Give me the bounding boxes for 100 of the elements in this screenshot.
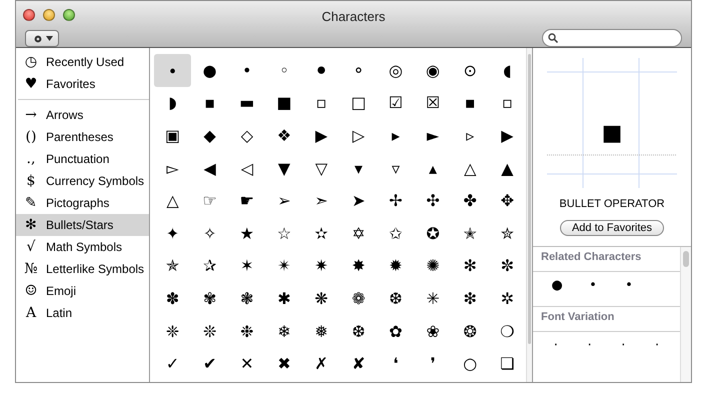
character-cell[interactable]: ✫ (302, 216, 340, 250)
character-cell[interactable]: ▼ (266, 152, 303, 184)
scrollbar[interactable] (526, 48, 532, 382)
character-cell[interactable]: ▽ (302, 152, 340, 184)
character-cell[interactable]: ⚬ (340, 54, 378, 87)
character-cell[interactable]: ▫ (488, 86, 526, 120)
character-cell[interactable]: ✹ (377, 250, 414, 282)
character-cell[interactable]: ◉ (414, 54, 452, 87)
character-cell[interactable]: ✷ (302, 250, 340, 282)
character-cell[interactable]: ❊ (191, 314, 228, 348)
character-cell[interactable]: ❉ (228, 314, 266, 348)
character-cell[interactable]: ☛ (228, 184, 266, 217)
character-cell[interactable]: ❀ (414, 314, 452, 348)
add-to-favorites-button[interactable]: Add to Favorites (560, 220, 664, 236)
character-cell[interactable]: ❖ (266, 119, 303, 152)
character-cell[interactable]: ✤ (452, 184, 489, 217)
character-cell[interactable]: ▶ (488, 119, 526, 152)
character-cell[interactable]: ◖ (488, 54, 526, 87)
sidebar-item[interactable]: № Letterlike Symbols (16, 258, 149, 280)
character-cell[interactable]: ☞ (191, 184, 228, 217)
character-cell[interactable]: ✘ (340, 347, 378, 380)
minimize-button[interactable] (43, 9, 55, 21)
character-cell[interactable]: ▶ (302, 119, 340, 152)
character-cell[interactable]: ✴ (266, 250, 303, 282)
sidebar-item[interactable]: √ Math Symbols (16, 236, 149, 258)
action-menu-button[interactable] (25, 30, 59, 47)
sidebar-item[interactable]: A Latin (16, 302, 149, 324)
character-cell[interactable]: • (228, 54, 266, 87)
character-cell[interactable]: ✔ (191, 347, 228, 380)
sidebar-item[interactable]: ◷ Recently Used (16, 51, 149, 73)
character-cell[interactable]: ▲ (488, 152, 526, 184)
sidebar-item[interactable]: () Parentheses (16, 126, 149, 148)
sidebar-item[interactable]: ♥ Favorites (16, 73, 149, 95)
character-cell[interactable]: ✡ (340, 216, 378, 250)
related-character[interactable]: • (611, 278, 647, 300)
character-cell[interactable]: ❂ (452, 314, 489, 348)
related-character[interactable]: ● (539, 278, 575, 300)
related-character[interactable]: · (640, 338, 674, 360)
character-cell[interactable]: ✻ (452, 250, 489, 282)
character-cell[interactable]: ✱ (266, 282, 303, 315)
character-cell[interactable]: ■ (266, 86, 303, 120)
character-cell[interactable]: ○ (452, 347, 489, 380)
character-cell[interactable]: ▣ (154, 119, 192, 152)
character-cell[interactable]: ◀ (191, 152, 228, 184)
character-cell[interactable]: ❆ (340, 314, 378, 348)
character-cell[interactable]: ❍ (488, 314, 526, 348)
character-cell[interactable]: ✯ (154, 250, 192, 282)
related-character[interactable]: · (606, 338, 640, 360)
character-cell[interactable]: ✶ (228, 250, 266, 282)
character-cell[interactable]: ☆ (266, 216, 303, 250)
character-cell[interactable]: ❁ (340, 282, 378, 315)
character-cell[interactable]: ∙ (154, 54, 192, 87)
character-cell[interactable]: ➣ (302, 184, 340, 217)
scroll-thumb[interactable] (683, 251, 689, 267)
character-cell[interactable]: ❋ (302, 282, 340, 315)
character-cell[interactable]: △ (154, 184, 192, 217)
character-cell[interactable]: ☑ (377, 86, 414, 120)
character-cell[interactable]: ➢ (266, 184, 303, 217)
character-cell[interactable]: ❅ (302, 314, 340, 348)
scroll-thumb[interactable] (528, 54, 531, 344)
character-cell[interactable]: ⊙ (452, 54, 489, 87)
character-cell[interactable]: ✺ (414, 250, 452, 282)
character-cell[interactable]: ✪ (414, 216, 452, 250)
character-cell[interactable]: △ (452, 152, 489, 184)
character-cell[interactable]: ☒ (414, 86, 452, 120)
character-cell[interactable]: ◁ (228, 152, 266, 184)
sidebar-item[interactable]: ✎ Pictographs (16, 192, 149, 214)
character-cell[interactable]: ✧ (191, 216, 228, 250)
related-character[interactable]: • (575, 278, 611, 300)
character-cell[interactable]: ✮ (488, 216, 526, 250)
character-cell[interactable]: ❇ (452, 282, 489, 315)
character-cell[interactable]: ✾ (191, 282, 228, 315)
character-cell[interactable]: ✰ (191, 250, 228, 282)
character-cell[interactable]: ✸ (340, 250, 378, 282)
character-cell[interactable]: ▿ (377, 152, 414, 184)
character-cell[interactable]: ▪ (191, 86, 228, 120)
character-cell[interactable]: ▻ (154, 152, 192, 184)
character-cell[interactable]: ✕ (228, 347, 266, 380)
character-cell[interactable]: ❜ (414, 347, 452, 380)
character-cell[interactable]: ◗ (154, 86, 192, 120)
character-cell[interactable]: ❆ (377, 282, 414, 315)
character-cell[interactable]: ❏ (488, 347, 526, 380)
sidebar-item[interactable]: $ Currency Symbols (16, 170, 149, 192)
character-cell[interactable]: ❈ (154, 314, 192, 348)
character-cell[interactable]: ▫ (302, 86, 340, 120)
character-cell[interactable]: ▹ (452, 119, 489, 152)
character-cell[interactable]: ✳ (414, 282, 452, 315)
character-cell[interactable]: ▸ (377, 119, 414, 152)
character-cell[interactable]: ✦ (154, 216, 192, 250)
character-cell[interactable]: ◇ (228, 119, 266, 152)
character-cell[interactable]: ★ (228, 216, 266, 250)
character-cell[interactable]: ▴ (414, 152, 452, 184)
character-cell[interactable]: ◎ (377, 54, 414, 87)
character-cell[interactable]: ▾ (340, 152, 378, 184)
zoom-button[interactable] (63, 9, 75, 21)
sidebar-item[interactable]: ., Punctuation (16, 148, 149, 170)
character-cell[interactable]: ❛ (377, 347, 414, 380)
related-character[interactable]: · (572, 338, 606, 360)
character-cell[interactable]: ❄ (266, 314, 303, 348)
character-cell[interactable]: ◦ (266, 54, 303, 87)
